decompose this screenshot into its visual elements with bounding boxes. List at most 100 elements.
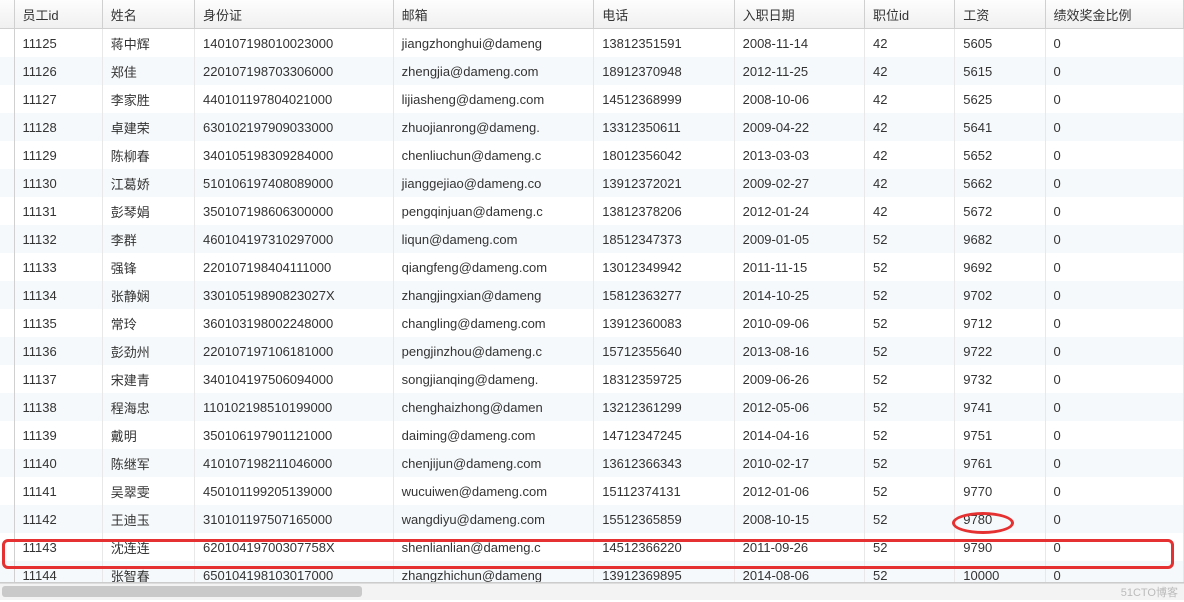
cell-idcard[interactable]: 310101197507165000: [195, 505, 394, 533]
cell-bonus[interactable]: 0: [1045, 337, 1183, 365]
cell-idcard[interactable]: 220107198404111000: [195, 253, 394, 281]
cell-bonus[interactable]: 0: [1045, 449, 1183, 477]
cell-name[interactable]: 郑佳: [102, 57, 194, 85]
cell-name[interactable]: 宋建青: [102, 365, 194, 393]
cell-bonus[interactable]: 0: [1045, 393, 1183, 421]
cell-salary[interactable]: 9702: [955, 281, 1045, 309]
cell-salary[interactable]: 5662: [955, 169, 1045, 197]
table-row[interactable]: 11137宋建青340104197506094000songjianqing@d…: [0, 365, 1184, 393]
cell-posid[interactable]: 52: [864, 281, 954, 309]
table-row[interactable]: 11131彭琴娟350107198606300000pengqinjuan@da…: [0, 197, 1184, 225]
cell-id[interactable]: 11134: [14, 281, 102, 309]
row-gutter[interactable]: [0, 449, 14, 477]
cell-idcard[interactable]: 340105198309284000: [195, 141, 394, 169]
cell-hiredate[interactable]: 2008-10-15: [734, 505, 864, 533]
row-gutter[interactable]: [0, 281, 14, 309]
cell-hiredate[interactable]: 2013-03-03: [734, 141, 864, 169]
cell-idcard[interactable]: 410107198211046000: [195, 449, 394, 477]
col-header-idcard[interactable]: 身份证: [195, 0, 394, 29]
cell-idcard[interactable]: 450101199205139000: [195, 477, 394, 505]
cell-hiredate[interactable]: 2011-11-15: [734, 253, 864, 281]
cell-name[interactable]: 沈连连: [102, 533, 194, 561]
cell-idcard[interactable]: 220107198703306000: [195, 57, 394, 85]
row-gutter[interactable]: [0, 309, 14, 337]
table-row[interactable]: 11140陈继军410107198211046000chenjijun@dame…: [0, 449, 1184, 477]
cell-id[interactable]: 11125: [14, 29, 102, 58]
row-gutter[interactable]: [0, 225, 14, 253]
cell-email[interactable]: shenlianlian@dameng.c: [393, 533, 594, 561]
cell-idcard[interactable]: 630102197909033000: [195, 113, 394, 141]
cell-id[interactable]: 11136: [14, 337, 102, 365]
cell-email[interactable]: pengjinzhou@dameng.c: [393, 337, 594, 365]
col-header-name[interactable]: 姓名: [102, 0, 194, 29]
table-row[interactable]: 11127李家胜440101197804021000lijiasheng@dam…: [0, 85, 1184, 113]
cell-posid[interactable]: 52: [864, 309, 954, 337]
cell-posid[interactable]: 52: [864, 421, 954, 449]
cell-salary[interactable]: 9692: [955, 253, 1045, 281]
cell-bonus[interactable]: 0: [1045, 225, 1183, 253]
cell-name[interactable]: 陈柳春: [102, 141, 194, 169]
cell-posid[interactable]: 42: [864, 57, 954, 85]
cell-id[interactable]: 11137: [14, 365, 102, 393]
cell-bonus[interactable]: 0: [1045, 505, 1183, 533]
cell-id[interactable]: 11141: [14, 477, 102, 505]
cell-name[interactable]: 卓建荣: [102, 113, 194, 141]
row-gutter[interactable]: [0, 337, 14, 365]
col-header-posid[interactable]: 职位id: [864, 0, 954, 29]
cell-phone[interactable]: 13812378206: [594, 197, 734, 225]
cell-phone[interactable]: 14712347245: [594, 421, 734, 449]
cell-name[interactable]: 王迪玉: [102, 505, 194, 533]
cell-hiredate[interactable]: 2014-04-16: [734, 421, 864, 449]
cell-bonus[interactable]: 0: [1045, 253, 1183, 281]
row-gutter[interactable]: [0, 197, 14, 225]
table-row[interactable]: 11144张智春650104198103017000zhangzhichun@d…: [0, 561, 1184, 583]
cell-bonus[interactable]: 0: [1045, 85, 1183, 113]
cell-salary[interactable]: 9712: [955, 309, 1045, 337]
cell-name[interactable]: 张静娴: [102, 281, 194, 309]
cell-salary[interactable]: 9780: [955, 505, 1045, 533]
table-row[interactable]: 11133强锋220107198404111000qiangfeng@damen…: [0, 253, 1184, 281]
cell-id[interactable]: 11129: [14, 141, 102, 169]
cell-id[interactable]: 11144: [14, 561, 102, 583]
cell-hiredate[interactable]: 2008-10-06: [734, 85, 864, 113]
cell-name[interactable]: 李家胜: [102, 85, 194, 113]
cell-salary[interactable]: 9741: [955, 393, 1045, 421]
cell-name[interactable]: 彭劲州: [102, 337, 194, 365]
cell-posid[interactable]: 52: [864, 449, 954, 477]
cell-id[interactable]: 11138: [14, 393, 102, 421]
cell-phone[interactable]: 13912360083: [594, 309, 734, 337]
cell-idcard[interactable]: 62010419700307758X: [195, 533, 394, 561]
cell-name[interactable]: 强锋: [102, 253, 194, 281]
cell-email[interactable]: changling@dameng.com: [393, 309, 594, 337]
cell-name[interactable]: 吴翠雯: [102, 477, 194, 505]
cell-posid[interactable]: 42: [864, 29, 954, 58]
cell-idcard[interactable]: 350106197901121000: [195, 421, 394, 449]
table-row[interactable]: 11139戴明350106197901121000daiming@dameng.…: [0, 421, 1184, 449]
table-row[interactable]: 11138程海忠110102198510199000chenghaizhong@…: [0, 393, 1184, 421]
row-gutter[interactable]: [0, 169, 14, 197]
cell-posid[interactable]: 52: [864, 561, 954, 583]
cell-idcard[interactable]: 110102198510199000: [195, 393, 394, 421]
cell-email[interactable]: wucuiwen@dameng.com: [393, 477, 594, 505]
table-row[interactable]: 11129陈柳春340105198309284000chenliuchun@da…: [0, 141, 1184, 169]
cell-bonus[interactable]: 0: [1045, 197, 1183, 225]
cell-bonus[interactable]: 0: [1045, 561, 1183, 583]
cell-id[interactable]: 11130: [14, 169, 102, 197]
cell-hiredate[interactable]: 2014-08-06: [734, 561, 864, 583]
cell-posid[interactable]: 42: [864, 85, 954, 113]
cell-salary[interactable]: 9722: [955, 337, 1045, 365]
cell-name[interactable]: 陈继军: [102, 449, 194, 477]
table-row[interactable]: 11132李群460104197310297000liqun@dameng.co…: [0, 225, 1184, 253]
row-gutter[interactable]: [0, 141, 14, 169]
cell-email[interactable]: jiangzhonghui@dameng: [393, 29, 594, 58]
cell-phone[interactable]: 15712355640: [594, 337, 734, 365]
cell-id[interactable]: 11132: [14, 225, 102, 253]
table-row[interactable]: 11134张静娴33010519890823027Xzhangjingxian@…: [0, 281, 1184, 309]
row-gutter[interactable]: [0, 533, 14, 561]
cell-email[interactable]: wangdiyu@dameng.com: [393, 505, 594, 533]
cell-id[interactable]: 11133: [14, 253, 102, 281]
cell-hiredate[interactable]: 2009-01-05: [734, 225, 864, 253]
cell-hiredate[interactable]: 2010-02-17: [734, 449, 864, 477]
cell-phone[interactable]: 14512368999: [594, 85, 734, 113]
col-header-bonus[interactable]: 绩效奖金比例: [1045, 0, 1183, 29]
